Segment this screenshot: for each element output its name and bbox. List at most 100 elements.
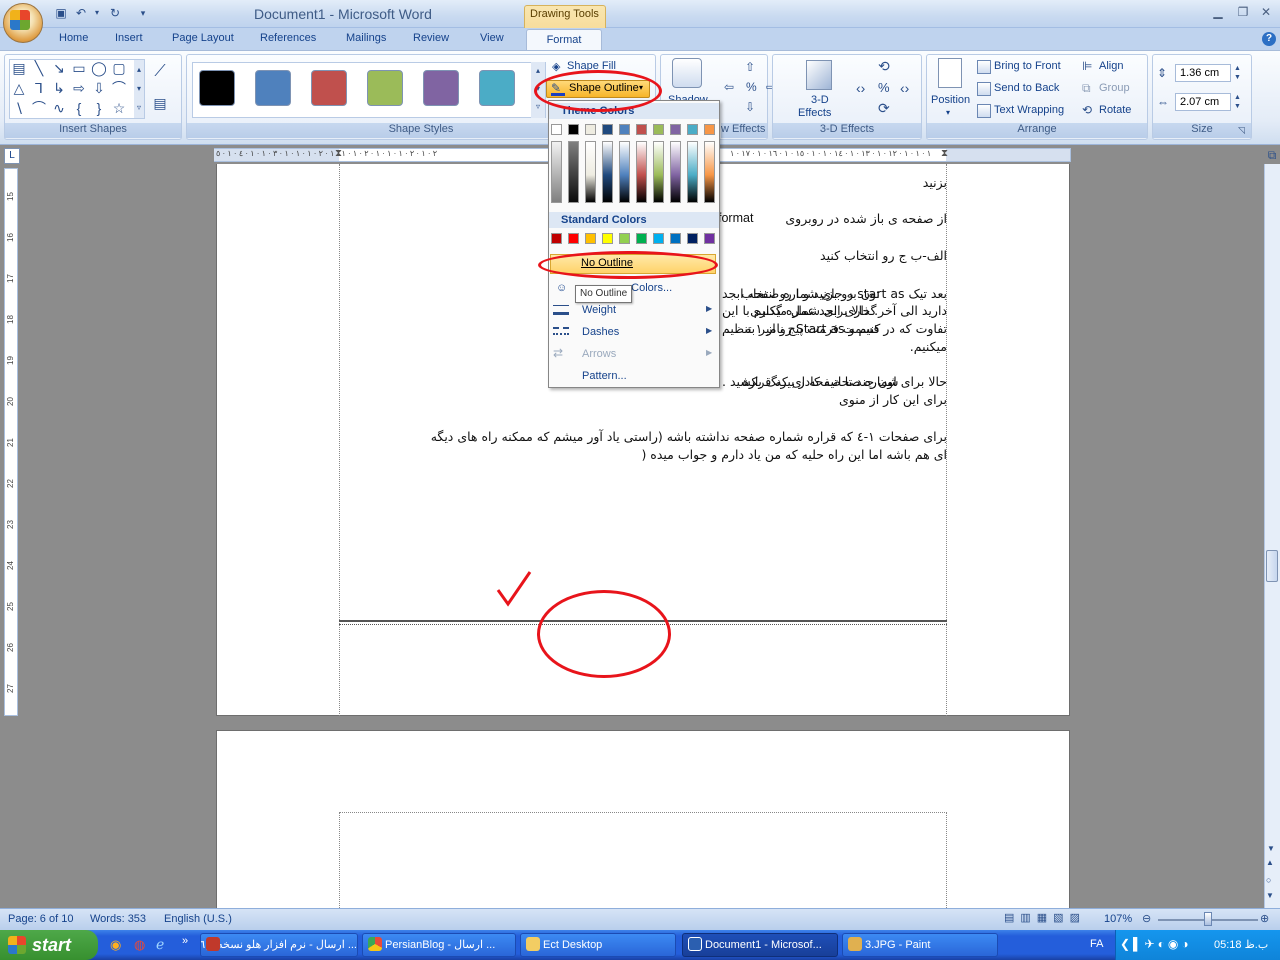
- style-swatch-green[interactable]: [367, 70, 403, 106]
- theme-color-column[interactable]: [602, 124, 613, 203]
- theme-color-swatch[interactable]: [551, 124, 562, 135]
- theme-color-swatch[interactable]: [602, 124, 613, 135]
- shape-height-input[interactable]: 1.36 cm: [1175, 64, 1231, 82]
- elbow-connector-icon[interactable]: ⅂: [31, 80, 47, 96]
- theme-color-column[interactable]: [670, 124, 681, 203]
- scrollbar-thumb[interactable]: [1266, 550, 1278, 582]
- standard-color-swatch[interactable]: [551, 233, 562, 244]
- elbow-arrow-icon[interactable]: ↳: [51, 80, 67, 96]
- style-swatch-blue[interactable]: [255, 70, 291, 106]
- theme-color-shades[interactable]: [704, 141, 715, 203]
- style-swatch-aqua[interactable]: [479, 70, 515, 106]
- standard-color-swatch[interactable]: [653, 233, 664, 244]
- group-button[interactable]: Group: [1099, 82, 1130, 94]
- theme-color-shades[interactable]: [653, 141, 664, 203]
- theme-color-column[interactable]: [619, 124, 630, 203]
- select-browse-object-icon[interactable]: ○: [1266, 875, 1271, 885]
- theme-color-swatch[interactable]: [619, 124, 630, 135]
- edit-shape-icon[interactable]: ⟋: [152, 64, 168, 80]
- help-icon[interactable]: ?: [1262, 32, 1276, 46]
- language-status[interactable]: English (U.S.): [164, 913, 232, 925]
- triangle-shape-icon[interactable]: △: [11, 80, 27, 96]
- arrow-shape-icon[interactable]: ↘: [51, 60, 67, 76]
- page-count-status[interactable]: Page: 6 of 10: [8, 913, 73, 925]
- zoom-slider-thumb[interactable]: [1204, 912, 1212, 926]
- taskbar-item-paint[interactable]: 3.JPG - Paint: [842, 933, 998, 957]
- theme-color-column[interactable]: [585, 124, 596, 203]
- bring-to-front-button[interactable]: Bring to Front: [994, 60, 1061, 72]
- threed-effects-button-label[interactable]: Effects: [798, 107, 831, 119]
- theme-color-column[interactable]: [687, 124, 698, 203]
- curve-shape-icon[interactable]: ∖: [11, 100, 27, 116]
- theme-color-shades[interactable]: [670, 141, 681, 203]
- theme-color-column[interactable]: [704, 124, 715, 203]
- theme-color-column[interactable]: [551, 124, 562, 203]
- tilt-left-icon[interactable]: ‹›: [856, 80, 865, 96]
- brace-left-icon[interactable]: {: [71, 100, 87, 116]
- down-arrow-shape-icon[interactable]: ⇩: [91, 80, 107, 96]
- standard-color-swatch[interactable]: [687, 233, 698, 244]
- tab-review[interactable]: Review: [413, 32, 449, 44]
- theme-color-column[interactable]: [636, 124, 647, 203]
- tab-format[interactable]: Format: [526, 29, 602, 51]
- tab-insert[interactable]: Insert: [115, 32, 143, 44]
- standard-color-swatch[interactable]: [585, 233, 596, 244]
- undo-icon[interactable]: ↶: [74, 6, 88, 20]
- taskbar-item-helo[interactable]: ... ارسال - نرم افزار هلو نسخه ٦,٢: [200, 933, 358, 957]
- save-icon[interactable]: ▣: [54, 6, 68, 20]
- standard-color-swatch[interactable]: [636, 233, 647, 244]
- tab-references[interactable]: References: [260, 32, 316, 44]
- star-shape-icon[interactable]: ☆: [111, 100, 127, 116]
- brace-right-icon[interactable]: }: [91, 100, 107, 116]
- standard-color-swatch[interactable]: [568, 233, 579, 244]
- freeform-shape-icon[interactable]: ⌒: [111, 80, 127, 96]
- position-icon[interactable]: [938, 58, 962, 88]
- theme-color-shades[interactable]: [636, 141, 647, 203]
- theme-color-swatch[interactable]: [568, 124, 579, 135]
- tilt-up-icon[interactable]: ⟲: [878, 58, 890, 75]
- taskbar-item-word-active[interactable]: Document1 - Microsof...: [682, 933, 838, 957]
- theme-color-swatch[interactable]: [670, 124, 681, 135]
- rounded-rect-shape-icon[interactable]: ▢: [111, 60, 127, 76]
- tilt-right-icon[interactable]: ‹›: [900, 80, 909, 96]
- tab-view[interactable]: View: [480, 32, 504, 44]
- tab-page-layout[interactable]: Page Layout: [172, 32, 234, 44]
- align-button[interactable]: Align: [1099, 60, 1123, 72]
- oval-shape-icon[interactable]: ◯: [91, 60, 107, 76]
- next-page-icon[interactable]: ▼: [1266, 891, 1274, 900]
- view-ruler-icon[interactable]: ⧉: [1264, 148, 1280, 164]
- theme-color-shades[interactable]: [551, 141, 562, 203]
- vertical-scrollbar[interactable]: [1264, 164, 1280, 908]
- threed-effects-icon[interactable]: [806, 60, 832, 90]
- theme-colors-grid[interactable]: [551, 124, 719, 208]
- send-to-back-button[interactable]: Send to Back: [994, 82, 1059, 94]
- language-indicator[interactable]: FA: [1090, 938, 1103, 950]
- shapes-gallery-scroll[interactable]: ▴ ▾ ▿: [134, 60, 144, 118]
- rectangle-shape-icon[interactable]: ▭: [71, 60, 87, 76]
- undo-dropdown-icon[interactable]: ▾: [90, 6, 104, 20]
- view-buttons[interactable]: ▤▥▦▧▨: [1004, 911, 1094, 927]
- quicklaunch-firefox-icon[interactable]: ◉: [110, 937, 121, 953]
- indent-marker-right[interactable]: ⧗: [941, 148, 948, 159]
- right-arrow-shape-icon[interactable]: ⇨: [71, 80, 87, 96]
- position-button[interactable]: Position: [931, 94, 970, 106]
- threed-toggle-icon[interactable]: %: [878, 80, 890, 95]
- wave-shape-icon[interactable]: ∿: [51, 100, 67, 116]
- rotate-button[interactable]: Rotate: [1099, 104, 1131, 116]
- theme-color-shades[interactable]: [619, 141, 630, 203]
- word-count-status[interactable]: Words: 353: [90, 913, 146, 925]
- zoom-level[interactable]: 107%: [1104, 913, 1132, 925]
- theme-color-column[interactable]: [568, 124, 579, 203]
- quicklaunch-ie-icon[interactable]: ℯ: [156, 936, 164, 953]
- pattern-item[interactable]: Pattern...: [582, 370, 627, 382]
- theme-color-shades[interactable]: [602, 141, 613, 203]
- weight-item[interactable]: Weight: [582, 304, 616, 316]
- standard-color-swatch[interactable]: [602, 233, 613, 244]
- nudge-down-icon[interactable]: ⇩: [745, 100, 755, 114]
- textbox-shape-icon[interactable]: ▤: [11, 60, 27, 76]
- zoom-in-icon[interactable]: ⊕: [1260, 912, 1269, 925]
- dashes-item[interactable]: Dashes: [582, 326, 619, 338]
- tray-icons[interactable]: ❮▌✈◐◉◑: [1120, 937, 1192, 951]
- text-wrapping-button[interactable]: Text Wrapping: [994, 104, 1064, 116]
- theme-color-swatch[interactable]: [687, 124, 698, 135]
